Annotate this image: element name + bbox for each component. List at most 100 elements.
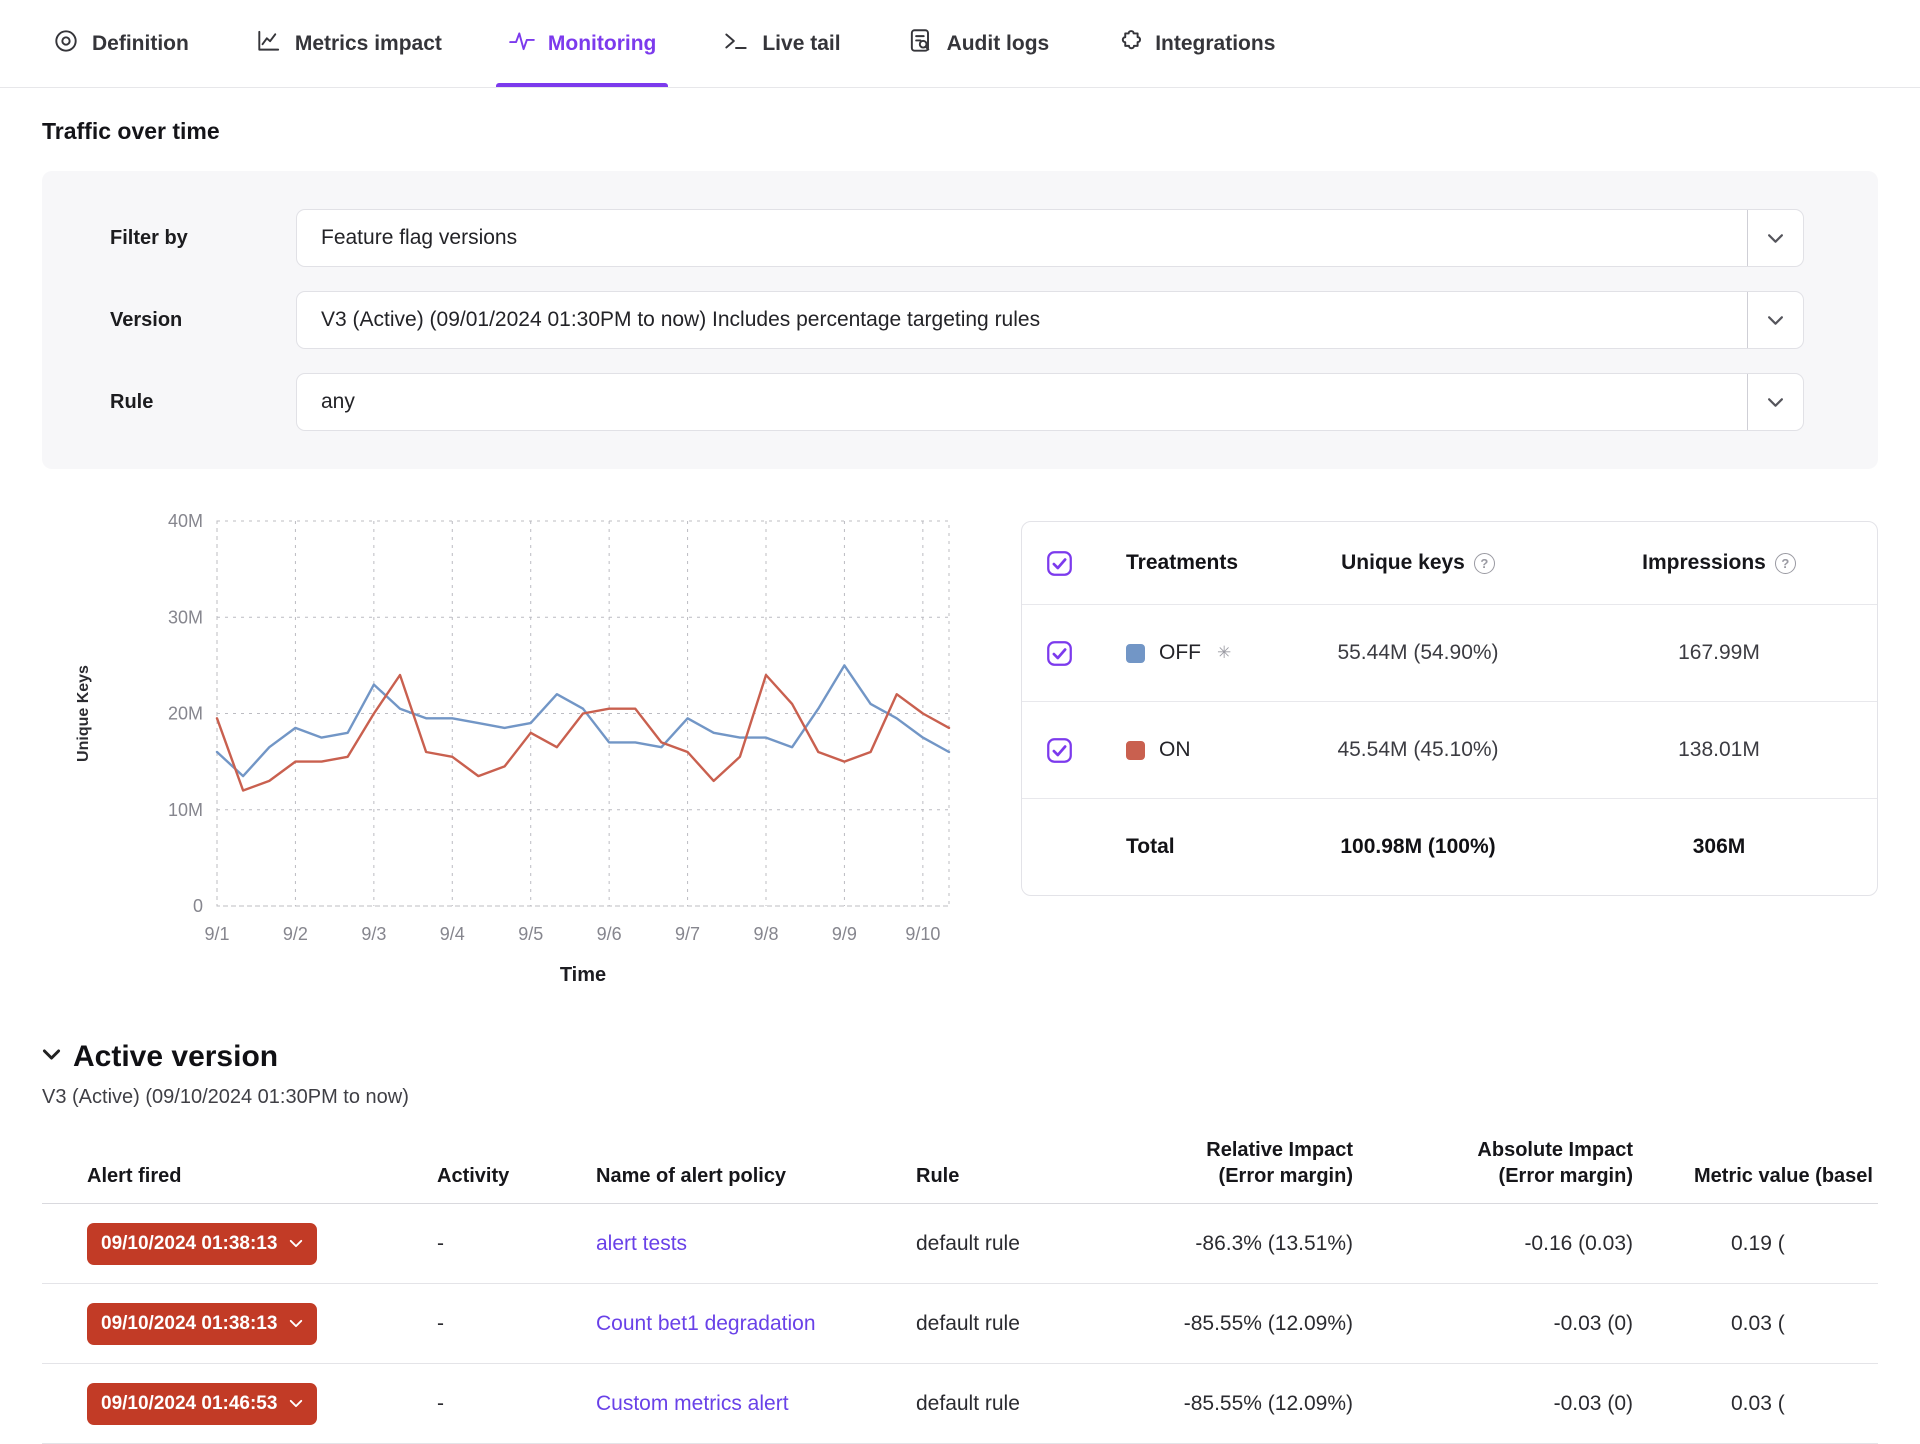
tab-label: Integrations (1155, 32, 1275, 56)
alert-row: 09/10/2024 01:38:13 - alert tests defaul… (42, 1204, 1878, 1284)
tab-definition[interactable]: Definition (48, 0, 193, 87)
alert-activity: - (437, 1392, 596, 1416)
version-label: Version (110, 309, 296, 332)
rule-dropdown[interactable]: any (296, 373, 1804, 431)
treatments-header-label: Treatments (1126, 551, 1265, 575)
svg-text:9/2: 9/2 (283, 924, 308, 944)
tab-integrations[interactable]: Integrations (1111, 0, 1279, 87)
alert-fired-badge[interactable]: 09/10/2024 01:38:13 (87, 1303, 317, 1345)
svg-text:9/9: 9/9 (832, 924, 857, 944)
svg-text:9/1: 9/1 (204, 924, 229, 944)
page-title: Traffic over time (42, 118, 1878, 145)
svg-text:9/5: 9/5 (518, 924, 543, 944)
app: { "colors": { "accent": "#7C3AED", "off_… (0, 0, 1920, 1431)
alert-policy-link[interactable]: Count bet1 degradation (596, 1312, 816, 1335)
svg-text:9/4: 9/4 (440, 924, 465, 944)
help-icon[interactable]: ? (1775, 553, 1796, 574)
version-dropdown[interactable]: V3 (Active) (09/01/2024 01:30PM to now) … (296, 291, 1804, 349)
alert-rule: default rule (916, 1232, 1160, 1256)
treatments-total-row: Total 100.98M (100%) 306M (1022, 798, 1877, 895)
help-icon[interactable]: ? (1474, 553, 1495, 574)
filter-by-dropdown[interactable]: Feature flag versions (296, 209, 1804, 267)
treatment-row-off: OFF ✳ 55.44M (54.90%) 167.99M (1022, 604, 1877, 701)
alert-rule: default rule (916, 1312, 1160, 1336)
metrics-impact-icon (255, 27, 283, 61)
tab-metrics-impact[interactable]: Metrics impact (251, 0, 446, 87)
alert-fired-badge[interactable]: 09/10/2024 01:46:53 (87, 1383, 317, 1425)
off-unique-keys: 55.44M (54.90%) (1265, 641, 1571, 665)
filter-row-rule: Rule any (110, 373, 1804, 431)
col-metric-value: Metric value (basel (1640, 1163, 1878, 1189)
filter-row-filter-by: Filter by Feature flag versions (110, 209, 1804, 267)
treatment-off-checkbox[interactable] (1046, 640, 1073, 667)
tab-audit-logs[interactable]: Audit logs (903, 0, 1054, 87)
svg-text:Unique Keys: Unique Keys (75, 665, 92, 762)
traffic-chart-container: 010M20M30M40M9/19/29/39/49/59/69/79/89/9… (42, 509, 957, 994)
treatment-on-checkbox[interactable] (1046, 737, 1073, 764)
alert-absolute-impact: -0.16 (0.03) (1360, 1232, 1640, 1256)
tab-label: Audit logs (947, 32, 1050, 56)
active-version-title: Active version (73, 1040, 278, 1074)
tab-live-tail[interactable]: Live tail (718, 0, 844, 87)
filter-row-version: Version V3 (Active) (09/01/2024 01:30PM … (110, 291, 1804, 349)
tab-label: Monitoring (548, 32, 656, 56)
tab-label: Live tail (762, 32, 840, 56)
alert-row: 09/10/2024 01:46:53 - Custom metrics ale… (42, 1364, 1878, 1444)
filter-by-label: Filter by (110, 227, 296, 250)
impressions-header: Impressions ? (1571, 551, 1867, 575)
alert-row: 09/10/2024 01:38:13 - Count bet1 degrada… (42, 1284, 1878, 1364)
off-series-swatch (1126, 644, 1145, 663)
treatments-header-checkbox[interactable] (1046, 550, 1073, 577)
alert-policy-link[interactable]: alert tests (596, 1232, 687, 1255)
treatment-on-label: ON (1159, 738, 1191, 762)
svg-text:9/6: 9/6 (597, 924, 622, 944)
live-tail-icon (722, 27, 750, 61)
unique-keys-header: Unique keys ? (1265, 551, 1571, 575)
svg-text:Time: Time (560, 964, 606, 986)
chevron-down-icon (1747, 374, 1803, 430)
svg-text:9/10: 9/10 (905, 924, 940, 944)
col-policy: Name of alert policy (596, 1163, 916, 1189)
svg-text:9/3: 9/3 (361, 924, 386, 944)
alert-absolute-impact: -0.03 (0) (1360, 1392, 1640, 1416)
alert-fired-badge[interactable]: 09/10/2024 01:38:13 (87, 1223, 317, 1265)
treatments-panel: Treatments Unique keys ? Impressions ? O… (1021, 521, 1878, 896)
treatment-off-label: OFF (1159, 641, 1201, 665)
total-unique-keys: 100.98M (100%) (1265, 835, 1571, 859)
col-activity: Activity (437, 1163, 596, 1189)
traffic-over-time-chart: 010M20M30M40M9/19/29/39/49/59/69/79/89/9… (42, 509, 957, 989)
rule-value: any (297, 374, 1747, 430)
total-impressions: 306M (1571, 835, 1867, 859)
treatment-row-on: ON 45.54M (45.10%) 138.01M (1022, 701, 1877, 798)
chevron-down-icon (1747, 210, 1803, 266)
definition-icon (52, 27, 80, 61)
off-impressions: 167.99M (1571, 641, 1867, 665)
rule-label: Rule (110, 391, 296, 414)
svg-text:20M: 20M (168, 704, 203, 724)
chevron-down-icon (42, 1048, 61, 1066)
col-alert-fired: Alert fired (42, 1163, 437, 1189)
svg-text:0: 0 (193, 896, 203, 916)
col-rule: Rule (916, 1163, 1160, 1189)
tab-label: Definition (92, 32, 189, 56)
chevron-down-icon (289, 1239, 303, 1248)
alert-activity: - (437, 1312, 596, 1336)
active-version-toggle[interactable]: Active version (42, 1040, 1878, 1074)
svg-text:9/7: 9/7 (675, 924, 700, 944)
filter-by-value: Feature flag versions (297, 210, 1747, 266)
audit-logs-icon (907, 27, 935, 61)
total-label: Total (1126, 835, 1265, 859)
alert-policy-link[interactable]: Custom metrics alert (596, 1392, 789, 1415)
alert-rule: default rule (916, 1392, 1160, 1416)
alert-metric-value: 0.03 ( (1640, 1392, 1878, 1416)
alerts-table-header: Alert fired Activity Name of alert polic… (42, 1137, 1878, 1204)
tab-bar: Definition Metrics impact Monitoring Liv… (0, 0, 1920, 88)
svg-text:30M: 30M (168, 607, 203, 627)
tab-monitoring[interactable]: Monitoring (504, 0, 660, 87)
default-treatment-icon: ✳ (1217, 643, 1231, 663)
treatments-header-row: Treatments Unique keys ? Impressions ? (1022, 522, 1877, 604)
filter-panel: Filter by Feature flag versions Version … (42, 171, 1878, 469)
alert-metric-value: 0.19 ( (1640, 1232, 1878, 1256)
version-value: V3 (Active) (09/01/2024 01:30PM to now) … (297, 292, 1747, 348)
chevron-down-icon (289, 1399, 303, 1408)
